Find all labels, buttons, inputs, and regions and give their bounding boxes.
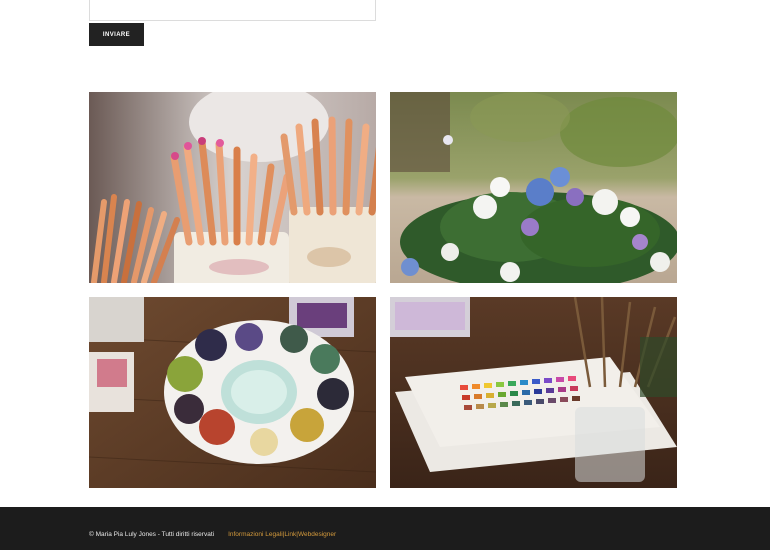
footer-link-link[interactable]: Link xyxy=(284,531,296,538)
palette-photo xyxy=(89,297,376,488)
footer-copyright: © Maria Pia Luly Jones - Tutti diritti r… xyxy=(89,531,215,538)
gallery-image-flowers[interactable] xyxy=(390,92,677,283)
flowers-photo xyxy=(390,92,677,283)
color-charts-photo xyxy=(390,297,677,488)
pencils-photo xyxy=(89,92,376,283)
gallery-image-pencils[interactable] xyxy=(89,92,376,283)
footer-content: © Maria Pia Luly Jones - Tutti diritti r… xyxy=(89,531,336,538)
site-footer: © Maria Pia Luly Jones - Tutti diritti r… xyxy=(0,507,770,550)
send-button[interactable]: INVIARE xyxy=(89,23,144,46)
message-textarea[interactable] xyxy=(89,0,376,21)
gallery-image-palette[interactable] xyxy=(89,297,376,488)
gallery-image-color-charts[interactable] xyxy=(390,297,677,488)
footer-link-legal[interactable]: Informazioni Legali xyxy=(228,531,283,538)
footer-link-webdesigner[interactable]: Webdesigner xyxy=(298,531,336,538)
